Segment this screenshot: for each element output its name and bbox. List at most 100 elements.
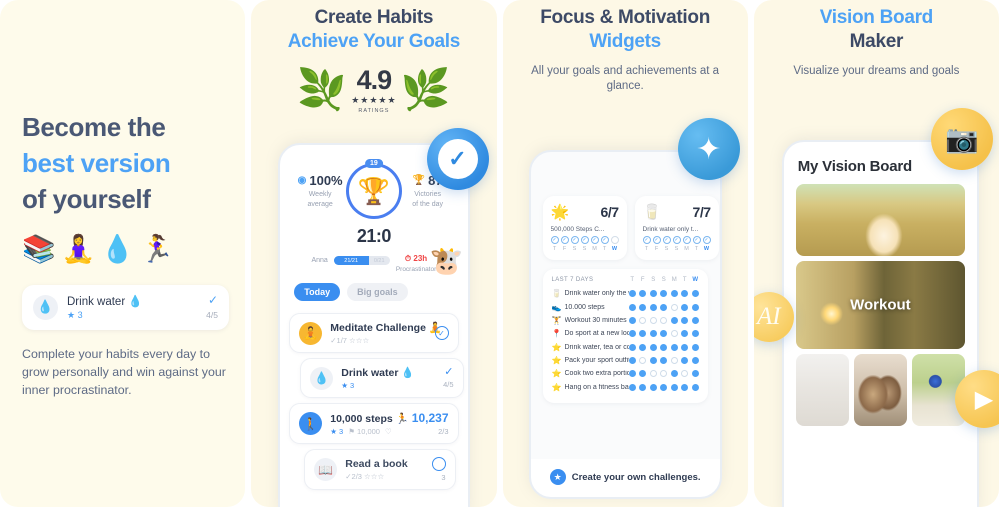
floating-image-badge: 📷 — [931, 108, 993, 170]
habit-card-drink-water[interactable]: 💧 Drink water 💧 ★ 3 ✓ 4/5 — [22, 284, 229, 330]
habit-row-steps[interactable]: 🚶 10,000 steps 🏃 ★ 3 ⚑ 10,000 ♡ 10,237 2… — [289, 403, 459, 444]
habit-row-status[interactable]: ✓ 4/5 — [443, 366, 454, 390]
day-dot: ✓ — [610, 236, 619, 244]
panel4-title: Vision Board Maker — [754, 6, 999, 55]
day-label: M — [684, 246, 689, 252]
habit-name: Drink water only the whol... — [564, 290, 629, 298]
streak-count: 3 — [77, 309, 83, 320]
widget-card-steps[interactable]: 🌟 6/7 500,000 Steps C... ✓✓✓✓✓✓✓ T F S S… — [542, 196, 627, 260]
day-label: F — [640, 277, 645, 283]
last-7-days-row[interactable]: ⭐Cook two extra portions o... — [552, 367, 699, 380]
last-7-days-row[interactable]: ⭐Drink water, tea or coffee... — [552, 341, 699, 354]
habit-row-meditate[interactable]: 🧘 Meditate Challenge 🧘 ✓1/7 ☆☆☆ ✓ — [289, 313, 459, 353]
cow-mascot-icon: 🐮 — [429, 246, 464, 276]
day-dot-filled — [649, 383, 657, 391]
habit-row-status[interactable]: ✓ — [434, 326, 449, 340]
habit-row-sub: ★ 3 — [341, 381, 435, 390]
tab-big-goals[interactable]: Big goals — [347, 283, 408, 301]
bedroom-breakfast-photo[interactable] — [795, 354, 849, 426]
duel-bar-rest: 0/21 — [373, 257, 385, 264]
day-dot-empty — [639, 357, 647, 365]
stat-weekly-average: ◉ 100% Weekly average — [294, 173, 346, 209]
day-dot-filled — [691, 316, 699, 324]
screenshot-panel-4: Vision Board Maker Visualize your dreams… — [753, 0, 999, 507]
create-challenges-footer[interactable]: ★ Create your own challenges. — [530, 459, 720, 497]
habit-name: Pack your sport outfit the... — [564, 357, 629, 365]
habit-icon: 👟 — [551, 302, 562, 312]
headline-line-3: of yourself — [22, 183, 151, 214]
rating-badge: 🌿 4.9 ★★★★★ RATINGS 🌿 — [251, 66, 496, 114]
habit-day-dots — [628, 303, 699, 311]
habit-row-title: Drink water 💧 — [341, 367, 415, 379]
habit-rows-list: 🧘 Meditate Challenge 🧘 ✓1/7 ☆☆☆ ✓ 💧 Drin… — [280, 301, 467, 490]
day-dot: ✓ — [590, 236, 599, 244]
day-label: T — [694, 246, 699, 252]
star-badge-icon: 🌟 — [550, 204, 570, 221]
heart-icon: ♡ — [384, 426, 392, 436]
last-7-days-row[interactable]: ⭐Pack your sport outfit the... — [552, 354, 699, 367]
last-7-days-row[interactable]: 📍Do sport at a new location — [552, 327, 699, 340]
check-icon: ✓ — [444, 366, 454, 378]
last-7-days-row[interactable]: 🏋 Workout 30 minutes — [552, 314, 699, 327]
star-icon: ★ — [67, 309, 76, 320]
water-drop-icon: 💧 — [100, 233, 135, 264]
habit-emoji-row: 📚 🧘‍♀️ 💧 🏃‍♀️ — [22, 233, 194, 264]
tab-today[interactable]: Today — [294, 283, 341, 301]
last-7-days-row[interactable]: 👟 10.000 steps — [552, 300, 699, 313]
day-dot-empty — [670, 303, 678, 311]
habit-row-read-book[interactable]: 📖 Read a book ✓2/3 ☆☆☆ 3 — [304, 449, 456, 490]
habit-row-drink-water[interactable]: 💧 Drink water 💧 ★ 3 ✓ 4/5 — [300, 358, 464, 398]
habit-row-status[interactable]: 3 — [431, 457, 446, 482]
panel4-title-line-1: Vision Board — [819, 7, 934, 28]
day-dot-filled — [639, 290, 647, 298]
check-circle-icon: ✓ — [434, 326, 449, 340]
habit-name: Cook two extra portions o... — [564, 370, 629, 378]
panel3-title-line-2: Widgets — [589, 31, 661, 53]
procrastinator-hours: 23h — [413, 254, 428, 263]
vision-board-grid: Workout — [784, 184, 977, 426]
day-dot: ✓ — [662, 236, 671, 244]
vision-board-bottom-row — [795, 354, 965, 426]
day-dot-filled — [660, 330, 668, 338]
running-sunset-photo[interactable]: Workout — [795, 261, 965, 349]
widget-card-name: Drink water only t... — [642, 226, 699, 233]
last-7-days-header: LAST 7 DAYS T F S S M T W — [552, 277, 699, 283]
day-label: S — [664, 246, 669, 252]
row-label-group: 🏋 Workout 30 minutes — [552, 316, 627, 325]
day-dot-empty — [670, 357, 678, 365]
day-dot: ✓ — [702, 236, 711, 244]
create-challenges-label: Create your own challenges. — [571, 471, 701, 483]
widget-card-head: 🌟 6/7 — [551, 203, 619, 221]
day-label: M — [671, 277, 677, 283]
widget-card-day-labels: T F S S M T W — [643, 246, 711, 252]
last-7-days-row[interactable]: 🥛Drink water only the whol... — [552, 287, 699, 300]
day-label: T — [682, 277, 687, 283]
habit-row-status[interactable]: 10,237 2/3 — [412, 411, 449, 436]
widget-card-dots: ✓✓✓✓✓✓✓ — [642, 236, 711, 244]
widget-card-water[interactable]: 🥛 7/7 Drink water only t... ✓ ✓ ✓ ✓ ✓ ✓ ✓ T F … — [634, 196, 719, 260]
stat-weekly-sub-2: average — [307, 200, 333, 208]
habit-row-title: 10,000 steps 🏃 — [330, 412, 409, 425]
day-dot-filled — [681, 330, 689, 338]
widget-card-name: 500,000 Steps C... — [550, 226, 605, 233]
day-label: F — [562, 246, 567, 252]
yoga-sunset-photo[interactable] — [795, 184, 965, 256]
panel3-title: Focus & Motivation Widgets — [503, 6, 748, 55]
habit-row-title: Read a book — [345, 458, 408, 470]
day-dot: ✓ — [692, 236, 701, 244]
day-label-active: W — [703, 246, 710, 252]
day-dot-filled — [670, 383, 678, 391]
day-dot-filled — [649, 343, 657, 351]
goal-flag: ⚑ 10,000 — [348, 426, 380, 436]
habit-day-dots — [628, 383, 699, 391]
day-dot-filled — [691, 357, 699, 365]
last-7-days-row[interactable]: ⭐Hang on a fitness bar for ... — [552, 381, 699, 394]
day-dot-filled — [628, 290, 636, 298]
panel3-header: Focus & Motivation Widgets All your goal… — [503, 0, 748, 95]
habit-icon: 🏋 — [551, 315, 562, 325]
ring-badge-count: 19 — [364, 159, 383, 168]
screenshot-panel-2: Create Habits Achieve Your Goals 🌿 4.9 ★… — [251, 0, 497, 507]
clock-icon: ⏱ — [404, 254, 412, 263]
couple-photo[interactable] — [853, 354, 907, 426]
day-dot-filled — [649, 303, 657, 311]
